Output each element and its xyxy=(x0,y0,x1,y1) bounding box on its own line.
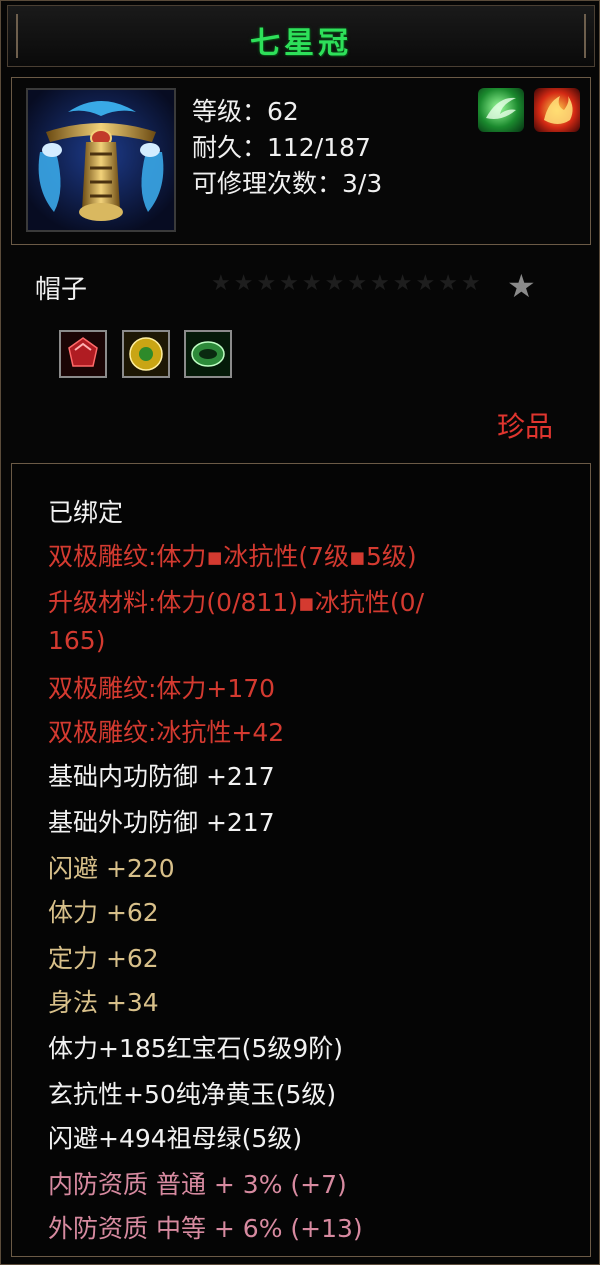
focus-stat: 定力 +62 xyxy=(48,944,159,973)
yellow-jade-gem-icon[interactable] xyxy=(122,330,170,378)
vitality-stat: 体力 +62 xyxy=(48,898,159,927)
item-type: 帽子 xyxy=(35,275,88,305)
bound-status: 已绑定 xyxy=(48,498,124,527)
enhance-star-row: ★★★★★★★★★★★★ xyxy=(211,271,484,296)
agility-stat: 身法 +34 xyxy=(48,988,159,1017)
item-header-panel: 等级：62 耐久：112/187 可修理次数：3/3 xyxy=(11,77,591,245)
inner-defense-quality: 内防资质 普通 + 3% (+7) xyxy=(48,1170,347,1199)
fire-element-icon xyxy=(534,88,580,132)
item-tooltip: 七星冠 等级：62 耐久：112/187 可修理次数：3/3 帽子 ★★★★★★… xyxy=(0,0,600,1265)
carving-ice-resist: 双极雕纹:冰抗性+42 xyxy=(48,718,285,747)
repair-count-text: 可修理次数：3/3 xyxy=(192,169,383,198)
item-name: 七星冠 xyxy=(250,26,352,61)
gem-bonus-ruby: 体力+185红宝石(5级9阶) xyxy=(48,1034,343,1063)
rarity-label: 珍品 xyxy=(496,410,553,443)
crown-icon xyxy=(26,88,176,232)
ruby-gem-icon[interactable] xyxy=(59,330,107,378)
wind-element-icon xyxy=(478,88,524,132)
attribute-panel: 已绑定 双极雕纹:体力▪冰抗性(7级▪5级) 升级材料:体力(0/811)▪冰抗… xyxy=(11,463,591,1257)
gem-bonus-topaz: 玄抗性+50纯净黄玉(5级) xyxy=(48,1080,337,1109)
base-inner-defense: 基础内功防御 +217 xyxy=(48,762,275,791)
upgrade-material-line-cont: 165) xyxy=(48,626,106,655)
dodge-stat: 闪避 +220 xyxy=(48,854,175,883)
carving-line: 双极雕纹:体力▪冰抗性(7级▪5级) xyxy=(48,542,417,571)
gem-bonus-emerald: 闪避+494祖母绿(5级) xyxy=(48,1124,303,1153)
level-text: 等级：62 xyxy=(192,97,299,126)
carving-vitality: 双极雕纹:体力+170 xyxy=(48,674,276,703)
outer-defense-quality: 外防资质 中等 + 6% (+13) xyxy=(48,1214,363,1243)
upgrade-material-line: 升级材料:体力(0/811)▪冰抗性(0/ xyxy=(48,588,425,617)
star-icon: ★ xyxy=(507,267,536,305)
durability-text: 耐久：112/187 xyxy=(192,133,371,162)
base-outer-defense: 基础外功防御 +217 xyxy=(48,808,275,837)
emerald-gem-icon[interactable] xyxy=(184,330,232,378)
title-bar: 七星冠 xyxy=(7,5,595,67)
